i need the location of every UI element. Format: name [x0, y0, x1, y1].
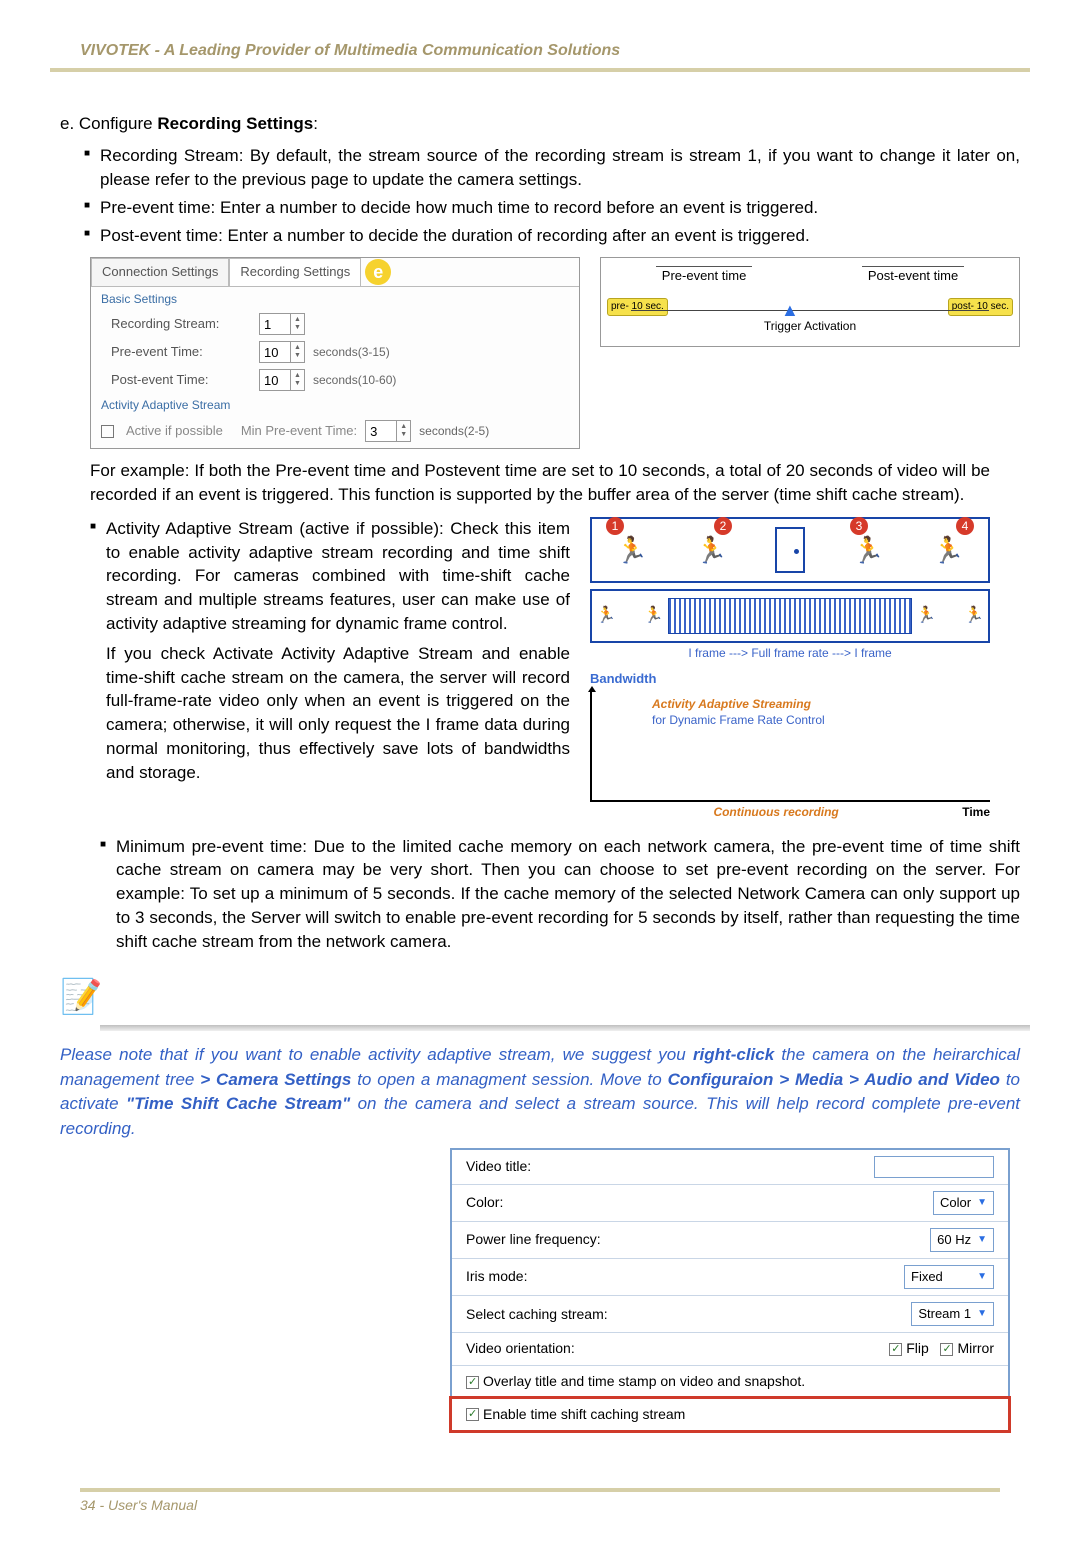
chevron-down-icon: ▼ — [977, 1233, 987, 1247]
post-event-input[interactable] — [260, 370, 290, 390]
pre-event-spinner[interactable]: ▲▼ — [259, 341, 305, 363]
spinner-up-icon[interactable]: ▲ — [397, 423, 410, 431]
note-bold: "Time Shift Cache Stream" — [126, 1094, 350, 1113]
min-pre-event-spinner[interactable]: ▲▼ — [365, 420, 411, 442]
flip-label: Flip — [906, 1340, 929, 1356]
spinner-up-icon[interactable]: ▲ — [291, 344, 304, 352]
bullet-recording-stream: Recording Stream: By default, the stream… — [84, 144, 1020, 192]
color-select[interactable]: Color ▼ — [933, 1191, 994, 1215]
scs-value: Stream 1 — [918, 1305, 971, 1323]
bullet-pre-event: Pre-event time: Enter a number to decide… — [84, 196, 1020, 220]
page-footer: 34 - User's Manual — [80, 1497, 197, 1513]
video-title-input[interactable] — [874, 1156, 994, 1178]
note-bold: right-click — [693, 1045, 774, 1064]
section-prefix: e. Configure — [60, 114, 157, 133]
section-suffix: : — [313, 114, 318, 133]
spinner-down-icon[interactable]: ▼ — [291, 324, 304, 332]
flip-checkbox[interactable] — [889, 1343, 902, 1356]
orientation-label: Video orientation: — [466, 1339, 575, 1359]
spinner-up-icon[interactable]: ▲ — [291, 372, 304, 380]
top-bullets: Recording Stream: By default, the stream… — [84, 144, 1020, 247]
diagram-legend: I frame ---> Full frame rate ---> I fram… — [590, 645, 990, 662]
pre-event-time-label: Pre-event time — [656, 266, 753, 285]
enable-tscs-label: Enable time shift caching stream — [483, 1406, 685, 1422]
iris-value: Fixed — [911, 1268, 943, 1286]
min-pre-event-input[interactable] — [366, 421, 396, 441]
recording-stream-label: Recording Stream: — [111, 315, 251, 333]
chevron-down-icon: ▼ — [977, 1196, 987, 1210]
post-event-time-label: Post-event time — [862, 266, 964, 285]
continuous-recording-label: Continuous recording — [713, 804, 838, 821]
section-title: e. Configure Recording Settings: — [60, 112, 1030, 136]
tab-connection-settings[interactable]: Connection Settings — [91, 258, 229, 285]
note-bold: > Camera Settings — [200, 1070, 351, 1089]
fieldset-basic: Basic Settings — [101, 291, 579, 308]
min-pre-event-bullet: Minimum pre-event time: Due to the limit… — [100, 835, 1020, 954]
mirror-checkbox[interactable] — [940, 1343, 953, 1356]
note-paragraph: Please note that if you want to enable a… — [60, 1043, 1020, 1142]
min-pre-event-label: Min Pre-event Time: — [241, 422, 357, 440]
badge-e: e — [365, 259, 391, 285]
post-event-hint: seconds(10-60) — [313, 372, 396, 389]
recording-stream-spinner[interactable]: ▲▼ — [259, 313, 305, 335]
active-if-possible-checkbox[interactable] — [101, 425, 114, 438]
spinner-down-icon[interactable]: ▼ — [397, 431, 410, 439]
bandwidth-label: Bandwidth — [590, 670, 990, 688]
bullet-post-event: Post-event time: Enter a number to decid… — [84, 224, 1020, 248]
overlay-label: Overlay title and time stamp on video an… — [483, 1373, 805, 1389]
recording-settings-panel: Connection Settings Recording Settings e… — [90, 257, 580, 449]
video-title-label: Video title: — [466, 1157, 531, 1177]
note-bold: Configuraion > Media > Audio and Video — [668, 1070, 1000, 1089]
graph-text-aas: Activity Adaptive Streaming — [652, 696, 811, 713]
pre-event-hint: seconds(3-15) — [313, 344, 390, 361]
fieldset-aas: Activity Adaptive Stream — [101, 397, 579, 414]
tab-recording-settings[interactable]: Recording Settings — [229, 258, 361, 285]
plf-select[interactable]: 60 Hz ▼ — [930, 1228, 994, 1252]
section-bold: Recording Settings — [157, 114, 313, 133]
pre-event-input[interactable] — [260, 342, 290, 362]
color-label: Color: — [466, 1193, 503, 1213]
post-event-spinner[interactable]: ▲▼ — [259, 369, 305, 391]
scs-label: Select caching stream: — [466, 1305, 608, 1325]
pill-pre: pre- 10 sec. — [607, 298, 668, 316]
spinner-up-icon[interactable]: ▲ — [291, 316, 304, 324]
plf-label: Power line frequency: — [466, 1230, 601, 1250]
note-rule — [100, 1025, 1030, 1031]
camera-settings-panel: Video title: Color: Color ▼ Power line fr… — [450, 1148, 1010, 1433]
aas-bullet: Activity Adaptive Stream (active if poss… — [90, 517, 980, 636]
active-if-possible-label: Active if possible — [126, 422, 223, 440]
bandwidth-graph: Activity Adaptive Streaming for Dynamic … — [590, 692, 990, 802]
timeline-line — [631, 310, 989, 311]
chevron-down-icon: ▼ — [977, 1307, 987, 1321]
spinner-down-icon[interactable]: ▼ — [291, 380, 304, 388]
note-icon: 📝 — [60, 974, 1030, 1022]
enable-tscs-checkbox[interactable] — [466, 1408, 479, 1421]
pre-event-label: Pre-event Time: — [111, 343, 251, 361]
graph-text-dfrc: for Dynamic Frame Rate Control — [652, 712, 825, 729]
iris-select[interactable]: Fixed ▼ — [904, 1265, 994, 1289]
note-span: Please note that if you want to enable a… — [60, 1045, 693, 1064]
spinner-down-icon[interactable]: ▼ — [291, 352, 304, 360]
pill-post: post- 10 sec. — [948, 298, 1013, 316]
scs-select[interactable]: Stream 1 ▼ — [911, 1302, 994, 1326]
plf-value: 60 Hz — [937, 1231, 971, 1249]
min-pre-event-hint: seconds(2-5) — [419, 423, 489, 440]
page-header: VIVOTEK - A Leading Provider of Multimed… — [50, 40, 1030, 72]
recording-stream-input[interactable] — [260, 314, 290, 334]
note-span: to open a managment session. Move to — [351, 1070, 667, 1089]
color-value: Color — [940, 1194, 971, 1212]
mirror-label: Mirror — [957, 1340, 994, 1356]
overlay-checkbox[interactable] — [466, 1376, 479, 1389]
time-axis-label: Time — [962, 804, 990, 821]
post-event-label: Post-event Time: — [111, 371, 251, 389]
chevron-down-icon: ▼ — [977, 1270, 987, 1284]
trigger-activation-label: Trigger Activation — [601, 318, 1019, 335]
footer-rule — [80, 1488, 1000, 1492]
iris-label: Iris mode: — [466, 1267, 527, 1287]
timeline-diagram: Pre-event time Post-event time pre- 10 s… — [600, 257, 1020, 347]
example-paragraph: For example: If both the Pre-event time … — [90, 459, 990, 507]
